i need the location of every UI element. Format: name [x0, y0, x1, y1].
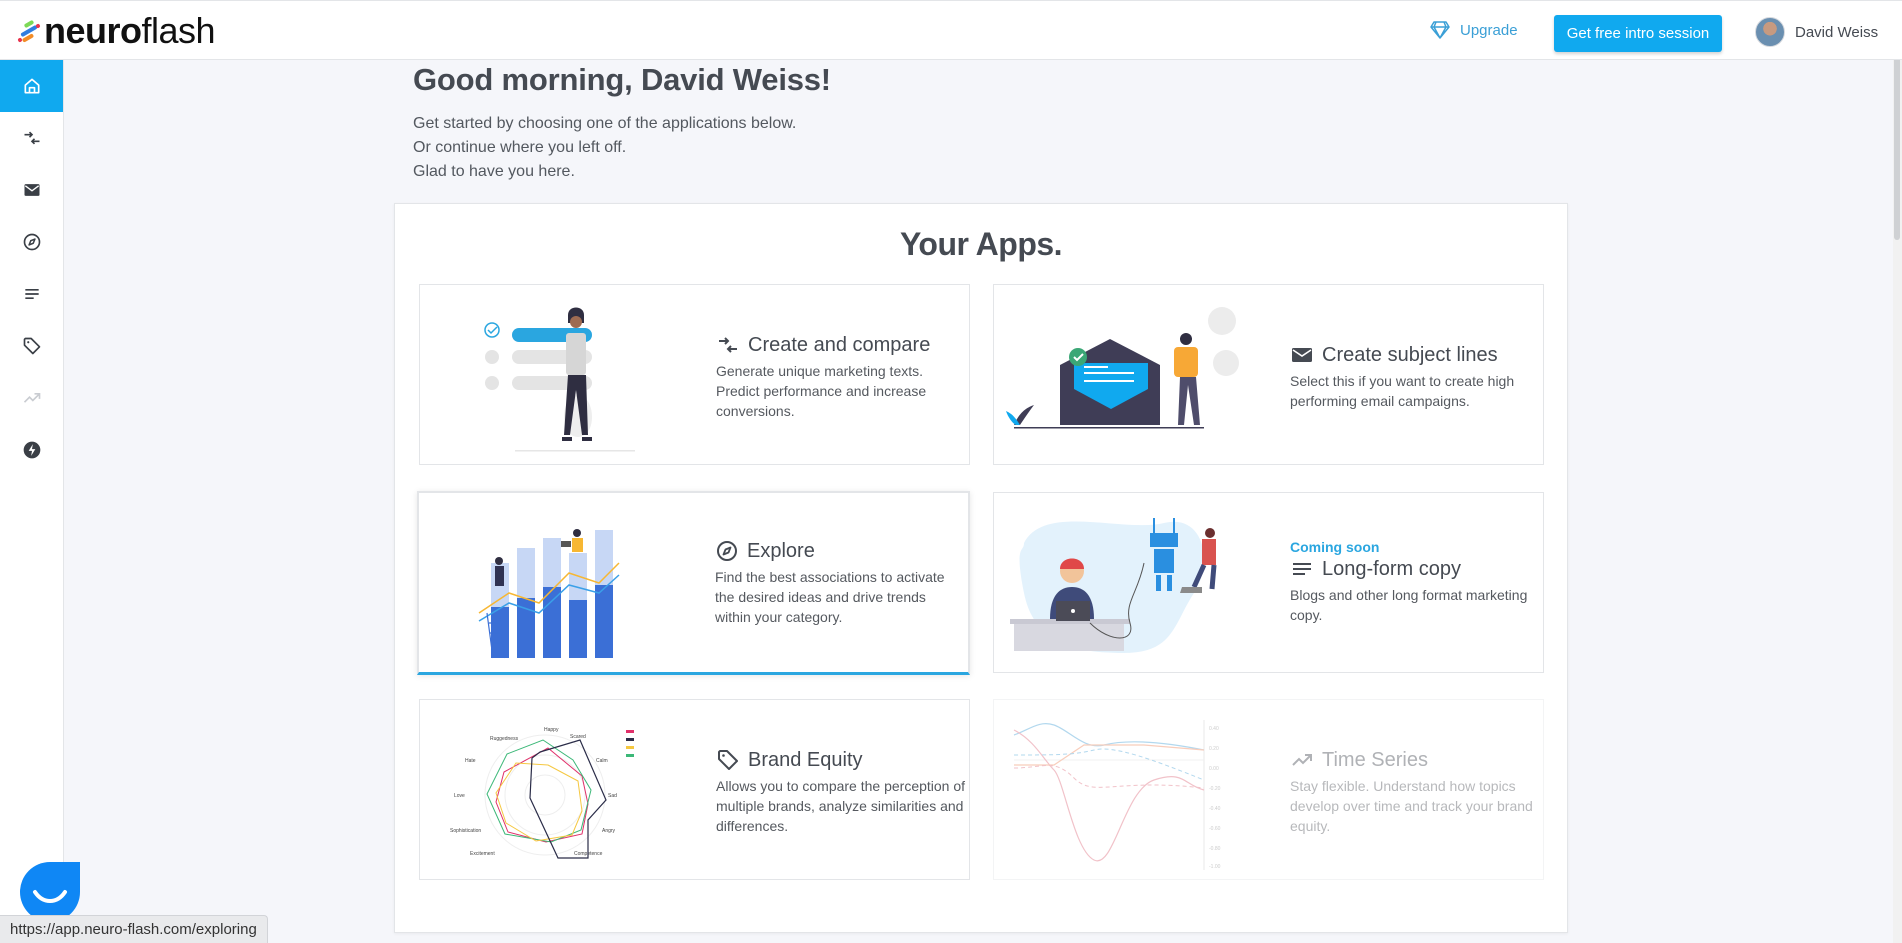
svg-text:Excitement: Excitement: [470, 851, 495, 857]
app-card-title: Explore: [747, 539, 815, 562]
trending-up-icon: [23, 393, 40, 403]
greeting: Good morning, David Weiss! Get started b…: [413, 62, 831, 184]
svg-text:0.40: 0.40: [1209, 726, 1219, 732]
compare-arrows-icon: [24, 131, 39, 145]
sidebar-item-subject-lines[interactable]: [0, 164, 63, 216]
svg-text:0.00: 0.00: [1209, 766, 1219, 772]
tag-icon: [718, 750, 738, 770]
svg-text:Calm: Calm: [596, 758, 608, 764]
svg-text:Ruggedness: Ruggedness: [490, 736, 519, 742]
robot-illustration: [1010, 518, 1217, 653]
text-lines-icon: [24, 289, 39, 299]
neuroflash-logo[interactable]: neuroflash: [17, 10, 216, 51]
app-card-description: Blogs and other long format marketing co…: [1290, 587, 1528, 623]
lightning-icon: [23, 441, 40, 459]
app-card-description: Find the best associations to activate t…: [715, 569, 945, 625]
bar-chart-illustration: [478, 529, 620, 659]
sidebar: [0, 60, 64, 943]
text-lines-icon: [1293, 563, 1311, 575]
upgrade-label: Upgrade: [1460, 21, 1518, 39]
app-card-create-subject-lines[interactable]: Create subject lines Select this if you …: [993, 284, 1544, 465]
get-free-intro-session-button[interactable]: Get free intro session: [1554, 15, 1722, 52]
smile-icon: [33, 890, 67, 903]
svg-text:-0.20: -0.20: [1209, 786, 1221, 792]
app-card-description: Allows you to compare the perception of …: [716, 778, 966, 834]
user-menu[interactable]: David Weiss: [1755, 17, 1878, 47]
sidebar-item-explore[interactable]: [0, 216, 63, 268]
app-card-description: Select this if you want to create high p…: [1290, 373, 1515, 409]
logo-mark-icon: [17, 16, 42, 46]
svg-text:-0.60: -0.60: [1209, 826, 1221, 832]
svg-text:Sad: Sad: [608, 793, 617, 799]
page-scrollbar[interactable]: [1893, 0, 1902, 943]
status-bar-url: https://app.neuro-flash.com/exploring: [0, 915, 268, 943]
svg-text:Sophistication: Sophistication: [450, 828, 481, 834]
logo-text-light: flash: [141, 10, 216, 51]
compass-icon: [23, 233, 40, 251]
app-card-title: Create and compare: [748, 333, 931, 356]
greeting-line: Get started by choosing one of the appli…: [413, 115, 797, 132]
mail-icon: [1292, 348, 1312, 362]
svg-text:Scared: Scared: [570, 734, 586, 740]
sidebar-item-create-and-compare[interactable]: [0, 112, 63, 164]
compare-arrows-icon: [719, 337, 737, 353]
app-card-title: Long-form copy: [1322, 557, 1461, 580]
svg-text:-0.40: -0.40: [1209, 806, 1221, 812]
avatar: [1755, 17, 1785, 47]
sidebar-item-home[interactable]: [0, 60, 63, 112]
apps-panel: Your Apps. Create and compare Generate u…: [394, 203, 1568, 933]
svg-text:Hate: Hate: [465, 758, 476, 764]
app-card-title: Create subject lines: [1322, 343, 1498, 366]
home-icon: [24, 78, 40, 94]
sidebar-item-flash[interactable]: [0, 424, 63, 476]
svg-text:-0.80: -0.80: [1209, 846, 1221, 852]
mail-icon: [24, 184, 39, 196]
app-card-create-and-compare[interactable]: Create and compare Generate unique marke…: [419, 284, 970, 465]
diamond-icon: [1430, 21, 1450, 39]
upgrade-link[interactable]: Upgrade: [1430, 21, 1518, 39]
apps-title: Your Apps.: [899, 226, 1063, 262]
app-card-time-series[interactable]: 0.40 0.20 0.00 -0.20 -0.40 -0.60 -0.80 -1.00 T…: [993, 699, 1544, 880]
app-card-description: Generate unique marketing texts. Predict…: [716, 363, 927, 419]
sidebar-item-brand-equity[interactable]: [0, 320, 63, 372]
email-envelope-illustration: [1006, 307, 1239, 429]
compass-icon: [717, 541, 737, 561]
top-header: neuroflash Upgrade Get free intro sessio…: [0, 0, 1902, 60]
app-card-brand-equity[interactable]: Happy Ruggedness Scared Hate Calm Love Sad So…: [419, 699, 970, 880]
coming-soon-badge: Coming soon: [1290, 539, 1380, 555]
greeting-line: Or continue where you left off.: [413, 139, 627, 156]
chat-widget-button[interactable]: [20, 862, 80, 922]
svg-text:Angry: Angry: [602, 828, 616, 834]
radar-chart-illustration: Happy Ruggedness Scared Hate Calm Love Sad So…: [450, 727, 634, 859]
time-series-chart-illustration: 0.40 0.20 0.00 -0.20 -0.40 -0.60 -0.80 -1.00: [1013, 720, 1221, 870]
user-name: David Weiss: [1795, 23, 1879, 41]
app-card-long-form-copy[interactable]: Coming soon Long-form copy Blogs and oth…: [993, 492, 1544, 673]
svg-text:Love: Love: [454, 793, 465, 799]
trending-up-icon: [1292, 754, 1312, 766]
svg-text:Happy: Happy: [544, 727, 559, 733]
app-card-description: Stay flexible. Understand how topics dev…: [1290, 778, 1533, 834]
sidebar-item-long-form[interactable]: [0, 268, 63, 320]
app-card-title: Brand Equity: [748, 748, 863, 771]
app-card-explore[interactable]: Explore Find the best associations to ac…: [417, 491, 970, 675]
app-card-title: Time Series: [1322, 748, 1428, 771]
tag-icon: [23, 337, 40, 355]
svg-text:0.20: 0.20: [1209, 746, 1219, 752]
sidebar-item-time-series[interactable]: [0, 372, 63, 424]
logo-text-bold: neuro: [44, 10, 142, 51]
create-and-compare-illustration: [484, 307, 635, 452]
page-title: Good morning, David Weiss!: [413, 62, 831, 97]
svg-text:-1.00: -1.00: [1209, 864, 1221, 870]
greeting-line: Glad to have you here.: [413, 163, 575, 180]
